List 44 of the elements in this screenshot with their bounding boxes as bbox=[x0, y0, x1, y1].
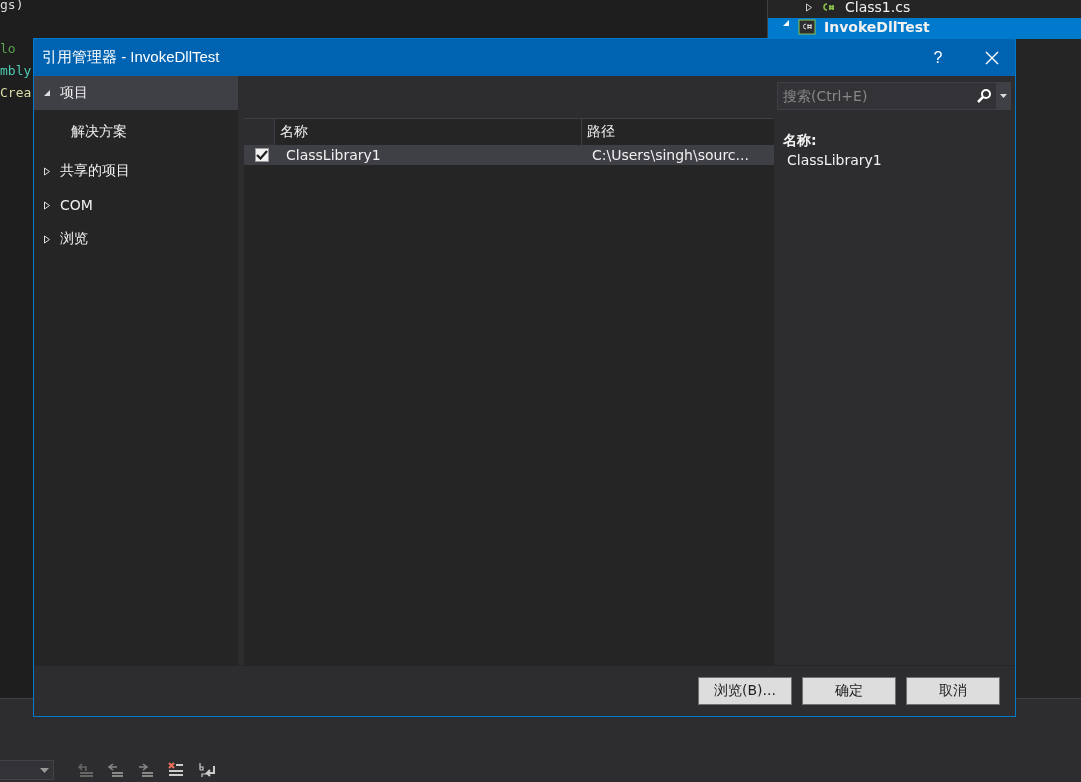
dropdown[interactable] bbox=[0, 760, 54, 780]
undo-icon[interactable] bbox=[78, 762, 94, 778]
caret-icon bbox=[40, 767, 49, 773]
detail-value: ClassLibrary1 bbox=[786, 152, 883, 168]
code-line: Crea bbox=[0, 84, 32, 102]
tree-item[interactable]: InvokeDllTest bbox=[768, 18, 1081, 39]
code-line: lo bbox=[0, 40, 16, 58]
sidebar-item[interactable]: 解决方案 bbox=[34, 110, 238, 154]
help-button[interactable]: ? bbox=[915, 39, 961, 76]
collapse-icon[interactable] bbox=[43, 89, 51, 97]
sidebar-item[interactable]: COM bbox=[34, 188, 238, 222]
detail-label: 名称: bbox=[783, 132, 818, 150]
search-icon[interactable] bbox=[976, 88, 992, 104]
dialog-button[interactable]: 取消 bbox=[906, 677, 1000, 705]
sidebar-item[interactable]: 浏览 bbox=[34, 222, 238, 256]
table-cell-text: ClassLibrary1 bbox=[285, 147, 382, 163]
dialog-button[interactable]: 浏览(B)... bbox=[698, 677, 792, 705]
word-wrap-icon[interactable] bbox=[198, 762, 216, 778]
expand-icon[interactable] bbox=[43, 166, 51, 176]
caret-icon bbox=[999, 94, 1007, 98]
indent-icon[interactable] bbox=[138, 762, 154, 778]
csharp-file-icon bbox=[821, 1, 837, 13]
outdent-icon[interactable] bbox=[108, 762, 124, 778]
code-line: mbly bbox=[0, 62, 32, 80]
tree-item[interactable]: Class1.cs bbox=[768, 0, 1081, 18]
expand-icon[interactable] bbox=[43, 200, 51, 210]
collapse-icon[interactable] bbox=[782, 19, 790, 27]
search-box[interactable]: 搜索(Ctrl+E) bbox=[777, 82, 1011, 110]
window-title: 引用管理器 - InvokeDllTest bbox=[42, 48, 221, 67]
code-line: gs) bbox=[0, 0, 24, 14]
dialog-button[interactable]: 确定 bbox=[802, 677, 896, 705]
expand-icon[interactable] bbox=[43, 234, 51, 244]
sidebar-item[interactable]: 项目 bbox=[34, 76, 238, 110]
clear-list-icon[interactable] bbox=[168, 762, 184, 778]
search-field[interactable]: 搜索(Ctrl+E) bbox=[778, 88, 976, 104]
csharp-project-icon bbox=[798, 19, 816, 35]
checkbox-column-header bbox=[244, 119, 274, 145]
search-options-button[interactable] bbox=[996, 83, 1010, 109]
close-icon bbox=[985, 50, 999, 65]
sidebar-item[interactable]: 共享的项目 bbox=[34, 154, 238, 188]
table-cell-text: C:\Users\singh\sourc... bbox=[592, 147, 750, 163]
table-row[interactable]: ClassLibrary1 C:\Users\singh\sourc... bbox=[244, 145, 774, 165]
expand-icon[interactable] bbox=[805, 2, 813, 12]
checkbox[interactable] bbox=[255, 148, 269, 162]
